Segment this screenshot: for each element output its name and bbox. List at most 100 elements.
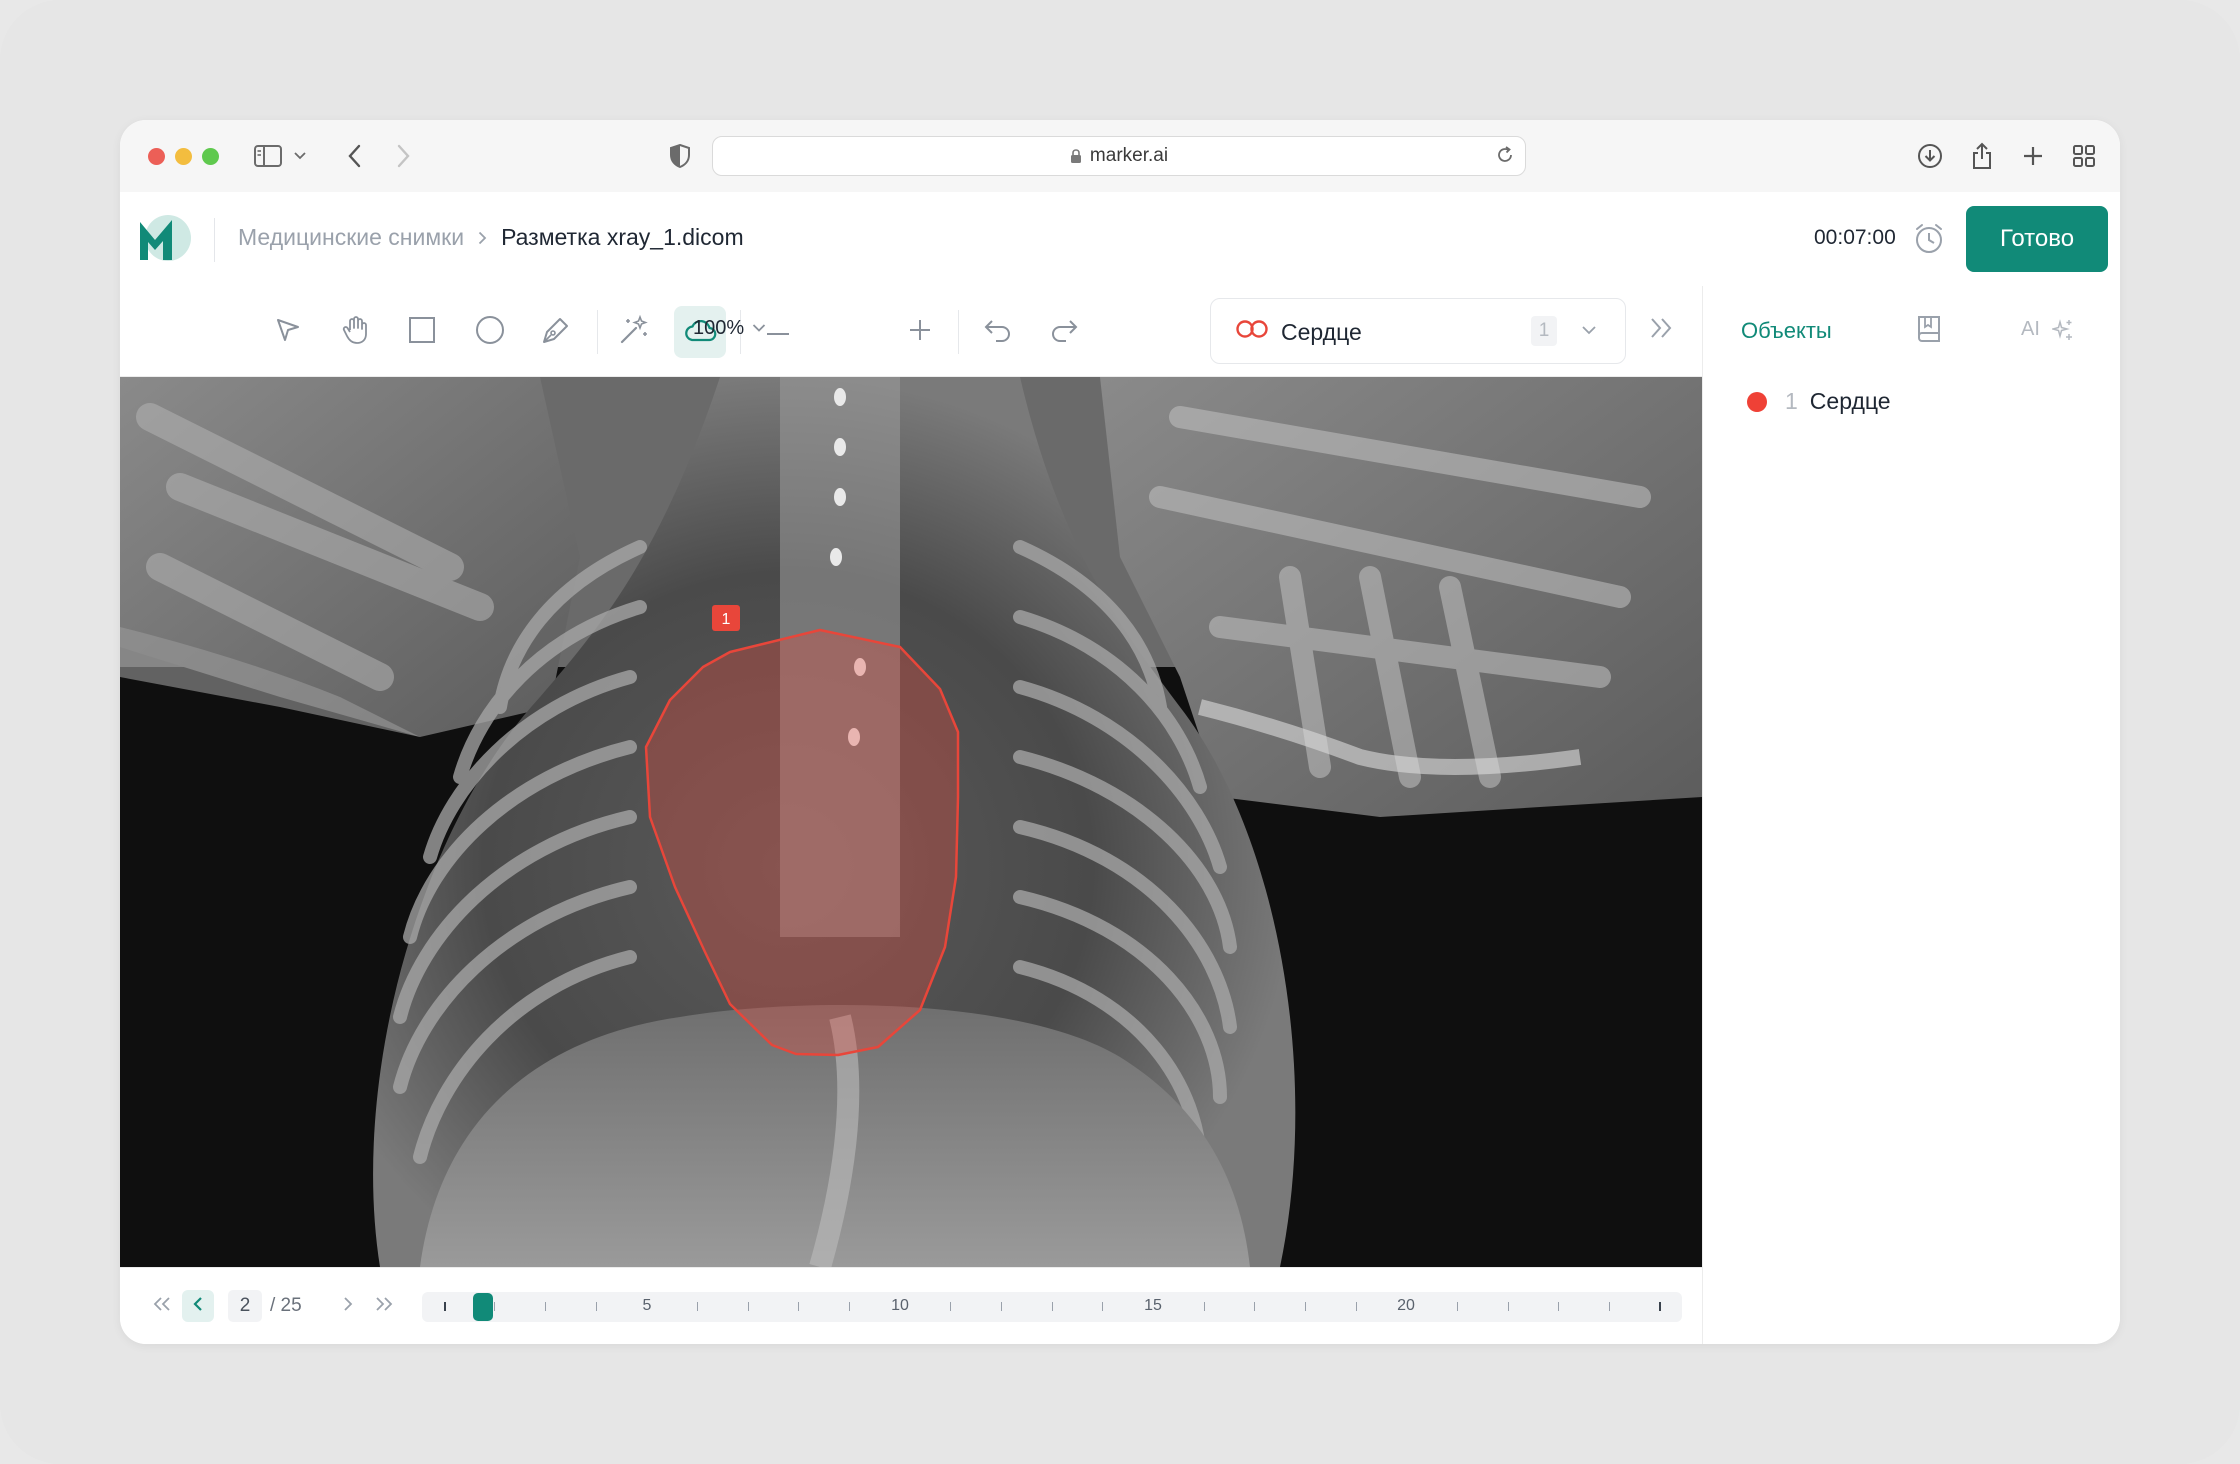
sidebar-toggle-icon[interactable] — [252, 140, 284, 172]
header-divider — [214, 218, 215, 262]
tab-ai-label: AI — [2021, 318, 2040, 340]
total-pages: / 25 — [270, 1295, 302, 1316]
timeline-tick — [1659, 1302, 1661, 1311]
timeline-tick — [1508, 1302, 1509, 1311]
tab-overview-icon[interactable] — [2068, 140, 2100, 172]
xray-image: 1 — [120, 377, 1702, 1267]
redo-icon — [1049, 318, 1079, 347]
last-page-button[interactable] — [368, 1290, 400, 1322]
hand-icon — [342, 315, 370, 350]
minimize-window-button[interactable] — [175, 148, 192, 165]
browser-toolbar: marker.ai — [120, 120, 2120, 193]
first-page-button[interactable] — [146, 1290, 178, 1322]
object-list-item[interactable]: 1 Сердце — [1747, 388, 1891, 415]
timeline-tick — [545, 1302, 546, 1311]
image-canvas[interactable]: 1 — [120, 377, 1702, 1267]
rectangle-icon — [408, 316, 436, 349]
timeline-tick — [494, 1302, 495, 1311]
select-tool[interactable] — [262, 306, 314, 358]
current-page-input[interactable]: 2 — [228, 1290, 262, 1322]
zoom-level[interactable]: 100% — [693, 317, 744, 340]
done-button[interactable]: Готово — [1966, 206, 2108, 272]
redo-button[interactable] — [1038, 306, 1090, 358]
new-tab-icon[interactable] — [2017, 140, 2049, 172]
sparkle-icon — [2051, 318, 2074, 341]
collapse-panel-icon[interactable] — [1648, 316, 1676, 345]
circle-icon — [475, 315, 505, 350]
class-count-badge: 1 — [1531, 316, 1557, 346]
annotation-toolbar: 100% Сердце 1 — [120, 286, 1702, 377]
polygon-pen-tool[interactable] — [530, 306, 582, 358]
close-window-button[interactable] — [148, 148, 165, 165]
timeline-tick — [1457, 1302, 1458, 1311]
polygon-loop-icon — [1235, 319, 1269, 344]
alarm-clock-icon[interactable] — [1914, 222, 1944, 259]
objects-panel: Объекты AI 1 Сердце — [1702, 286, 2120, 1344]
timeline-tick — [697, 1302, 698, 1311]
zoom-chevron-down-icon[interactable] — [752, 320, 766, 338]
sidebar-menu-chevron-icon[interactable] — [290, 140, 310, 172]
timeline-tick — [1558, 1302, 1559, 1311]
book-icon[interactable] — [1915, 314, 1943, 349]
tab-objects[interactable]: Объекты — [1741, 318, 1832, 344]
timeline-tick — [1609, 1302, 1610, 1311]
back-icon[interactable] — [338, 140, 370, 172]
breadcrumb-parent-link[interactable]: Медицинские снимки — [238, 224, 464, 251]
annotation-badge-label: 1 — [722, 611, 731, 628]
toolbar-divider — [597, 310, 598, 354]
privacy-shield-icon[interactable] — [664, 140, 696, 172]
minus-icon — [767, 323, 789, 341]
magic-wand-icon — [618, 314, 650, 351]
double-chevron-left-icon — [153, 1296, 171, 1316]
object-index: 1 — [1785, 388, 1798, 414]
object-label: Сердце — [1809, 388, 1891, 414]
timeline-label: 15 — [1144, 1297, 1162, 1314]
address-bar[interactable]: marker.ai — [712, 136, 1526, 176]
class-label: Сердце — [1281, 319, 1362, 345]
object-color-dot — [1747, 391, 1767, 412]
timeline-label: 5 — [642, 1297, 652, 1314]
frame-timeline-slider[interactable]: 5 10 15 20 — [422, 1292, 1682, 1322]
toolbar-divider — [958, 310, 959, 354]
timeline-handle[interactable] — [473, 1293, 493, 1321]
forward-icon[interactable] — [388, 140, 420, 172]
reload-icon[interactable] — [1495, 145, 1515, 171]
pan-tool[interactable] — [330, 306, 382, 358]
marker-logo[interactable] — [138, 214, 192, 264]
timeline-tick — [1204, 1302, 1205, 1311]
rectangle-tool[interactable] — [396, 306, 448, 358]
tab-ai[interactable]: AI — [2021, 318, 2074, 341]
timeline-label: 20 — [1397, 1297, 1415, 1314]
timeline-tick — [849, 1302, 850, 1311]
previous-page-button[interactable] — [182, 1290, 214, 1322]
maximize-window-button[interactable] — [202, 148, 219, 165]
timeline-tick — [444, 1302, 446, 1311]
download-icon[interactable] — [1914, 140, 1946, 172]
plus-icon — [909, 319, 931, 346]
timeline-tick — [798, 1302, 799, 1311]
cursor-arrow-icon — [274, 316, 302, 349]
timeline-label: 10 — [891, 1297, 909, 1314]
chevron-left-icon — [193, 1296, 203, 1317]
ellipse-tool[interactable] — [464, 306, 516, 358]
share-icon[interactable] — [1966, 140, 1998, 172]
timeline-tick — [1052, 1302, 1053, 1311]
lock-icon — [1070, 148, 1082, 164]
pen-icon — [541, 315, 571, 350]
breadcrumb-chevron-icon — [478, 231, 487, 245]
timeline-tick — [596, 1302, 597, 1311]
magic-wand-tool[interactable] — [608, 306, 660, 358]
undo-icon — [983, 318, 1013, 347]
address-url: marker.ai — [1089, 145, 1169, 166]
breadcrumb-current: Разметка xray_1.dicom — [501, 224, 744, 250]
zoom-in-button[interactable] — [894, 306, 946, 358]
undo-button[interactable] — [972, 306, 1024, 358]
chevron-right-icon — [343, 1296, 353, 1317]
class-selector[interactable]: Сердце 1 — [1210, 298, 1626, 364]
timeline-tick — [950, 1302, 951, 1311]
session-timer: 00:07:00 — [1814, 226, 1896, 249]
app-header: Медицинские снимки Разметка xray_1.dicom… — [120, 192, 2120, 287]
timeline-tick — [1001, 1302, 1002, 1311]
next-page-button[interactable] — [332, 1290, 364, 1322]
chevron-down-icon — [1581, 322, 1597, 340]
